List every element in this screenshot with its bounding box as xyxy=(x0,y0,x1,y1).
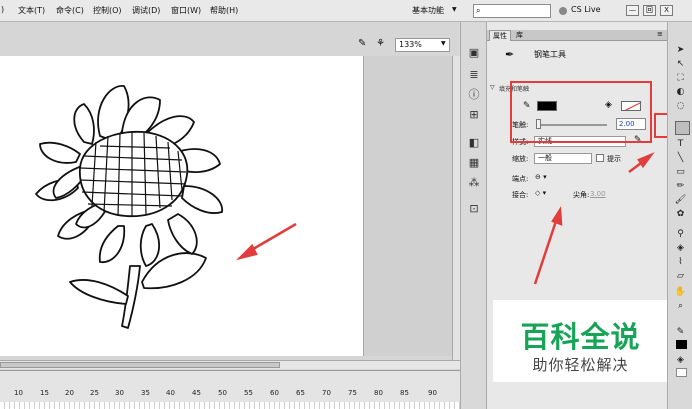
bone-icon[interactable]: ⚲ xyxy=(674,228,687,240)
minimize-button[interactable]: — xyxy=(626,5,639,16)
selection-icon[interactable]: ➤ xyxy=(674,44,687,56)
line-icon[interactable]: ╲ xyxy=(674,152,687,164)
watermark: 百科全说 助你轻松解决 xyxy=(493,300,668,382)
watermark-title: 百科全说 xyxy=(520,320,641,354)
menu-item-window[interactable]: 窗口(W) xyxy=(171,5,201,16)
timeline-tick: 70 xyxy=(322,389,331,397)
paint-bucket-icon[interactable]: ◈ xyxy=(674,354,687,366)
brush-icon[interactable]: 🖌 xyxy=(674,194,687,206)
timeline-tick: 15 xyxy=(40,389,49,397)
pencil-icon[interactable]: ✏ xyxy=(674,180,687,192)
menu-item-view[interactable]: ) xyxy=(1,5,4,14)
sunflower-drawing xyxy=(35,85,297,329)
text-icon[interactable]: T xyxy=(674,138,687,150)
edit-symbols-icon[interactable]: ✎ xyxy=(358,38,366,49)
stroke-color-swatch[interactable] xyxy=(676,340,687,349)
horizontal-scrollbar[interactable] xyxy=(0,360,460,369)
close-button[interactable]: X xyxy=(660,5,673,16)
lasso-icon[interactable]: ◌ xyxy=(674,100,687,112)
timeline-tick: 60 xyxy=(270,389,279,397)
free-transform-icon[interactable]: ⛶ xyxy=(674,72,687,84)
stage-canvas[interactable] xyxy=(0,56,364,356)
motion-icon[interactable]: ⊡ xyxy=(467,202,481,216)
menu-item-commands[interactable]: 命令(C) xyxy=(56,5,84,16)
components-icon[interactable]: ⁂ xyxy=(467,176,481,190)
timeline-tick: 55 xyxy=(244,389,253,397)
vertical-scrollbar[interactable] xyxy=(452,56,460,361)
search-icon: ⌕ xyxy=(476,6,481,15)
timeline-tick: 65 xyxy=(296,389,305,397)
timeline-tick: 50 xyxy=(218,389,227,397)
chevron-down-icon[interactable]: ▼ xyxy=(441,40,446,47)
scrollbar-thumb[interactable] xyxy=(0,362,280,368)
restore-button[interactable]: 回 xyxy=(643,5,656,16)
panel-dock: ▣ ≣ ⓘ ⊞ ◧ ▦ ⁂ ⊡ xyxy=(460,22,487,409)
transform-icon[interactable]: ⊞ xyxy=(467,108,481,122)
timeline-tick: 40 xyxy=(166,389,175,397)
timeline-tick: 80 xyxy=(374,389,383,397)
info-icon[interactable]: ⓘ xyxy=(467,88,481,102)
timeline-frames[interactable] xyxy=(0,402,460,409)
stroke-color-icon[interactable]: ✎ xyxy=(674,326,687,338)
timeline-tick: 25 xyxy=(90,389,99,397)
panel-icon[interactable]: ▣ xyxy=(467,46,481,60)
active-tool-indicator xyxy=(675,121,690,135)
zoom-icon[interactable]: ⌕ xyxy=(674,300,687,312)
menu-item-help[interactable]: 帮助(H) xyxy=(210,5,238,16)
timeline-tick: 90 xyxy=(428,389,437,397)
paint-bucket-icon[interactable]: ◈ xyxy=(674,242,687,254)
edit-scene-icon[interactable]: ⚘ xyxy=(376,38,385,49)
fill-color-swatch[interactable] xyxy=(676,368,687,377)
rectangle-icon[interactable]: ▭ xyxy=(674,166,687,178)
workspace-switcher[interactable]: 基本功能 xyxy=(412,5,444,16)
timeline-tick: 20 xyxy=(65,389,74,397)
align-icon[interactable]: ≣ xyxy=(467,68,481,82)
cs-live-button[interactable]: CS Live xyxy=(571,5,601,14)
eraser-icon[interactable]: ▱ xyxy=(674,270,687,282)
swatches-icon[interactable]: ▦ xyxy=(467,156,481,170)
chevron-down-icon[interactable]: ▼ xyxy=(452,6,457,13)
pasteboard xyxy=(364,56,452,356)
menu-bar: ) 文本(T) 命令(C) 控制(O) 调试(D) 窗口(W) 帮助(H) 基本… xyxy=(0,0,692,22)
search-input[interactable]: ⌕ xyxy=(473,4,551,18)
hand-icon[interactable]: ✋ xyxy=(674,286,687,298)
menu-item-text[interactable]: 文本(T) xyxy=(18,5,45,16)
menu-item-debug[interactable]: 调试(D) xyxy=(132,5,160,16)
timeline-tick: 10 xyxy=(14,389,23,397)
annotation-arrows xyxy=(533,152,655,285)
highlight-box xyxy=(510,81,652,143)
3d-rotation-icon[interactable]: ◐ xyxy=(674,86,687,98)
timeline-tick: 35 xyxy=(141,389,150,397)
flash-workspace: ) 文本(T) 命令(C) 控制(O) 调试(D) 窗口(W) 帮助(H) 基本… xyxy=(0,0,692,409)
subselection-icon[interactable]: ↖ xyxy=(674,58,687,70)
deco-icon[interactable]: ✿ xyxy=(674,208,687,220)
timeline-tick: 45 xyxy=(192,389,201,397)
tools-panel: ➤ ↖ ⛶ ◐ ◌ ✒ T ╲ ▭ ✏ 🖌 ✿ ⚲ ◈ ⌇ ▱ ✋ ⌕ ✎ ◈ xyxy=(667,22,692,409)
watermark-subtitle: 助你轻松解决 xyxy=(532,356,629,374)
color-icon[interactable]: ◧ xyxy=(467,136,481,150)
cs-live-icon[interactable] xyxy=(559,7,567,15)
timeline-panel: 10 15 20 25 30 35 40 45 50 55 60 65 70 7… xyxy=(0,370,460,409)
edit-bar: ✎ ⚘ xyxy=(0,22,460,56)
eyedropper-icon[interactable]: ⌇ xyxy=(674,256,687,268)
timeline-tick: 30 xyxy=(115,389,124,397)
menu-item-control[interactable]: 控制(O) xyxy=(93,5,122,16)
timeline-tick: 75 xyxy=(348,389,357,397)
timeline-tick: 85 xyxy=(400,389,409,397)
